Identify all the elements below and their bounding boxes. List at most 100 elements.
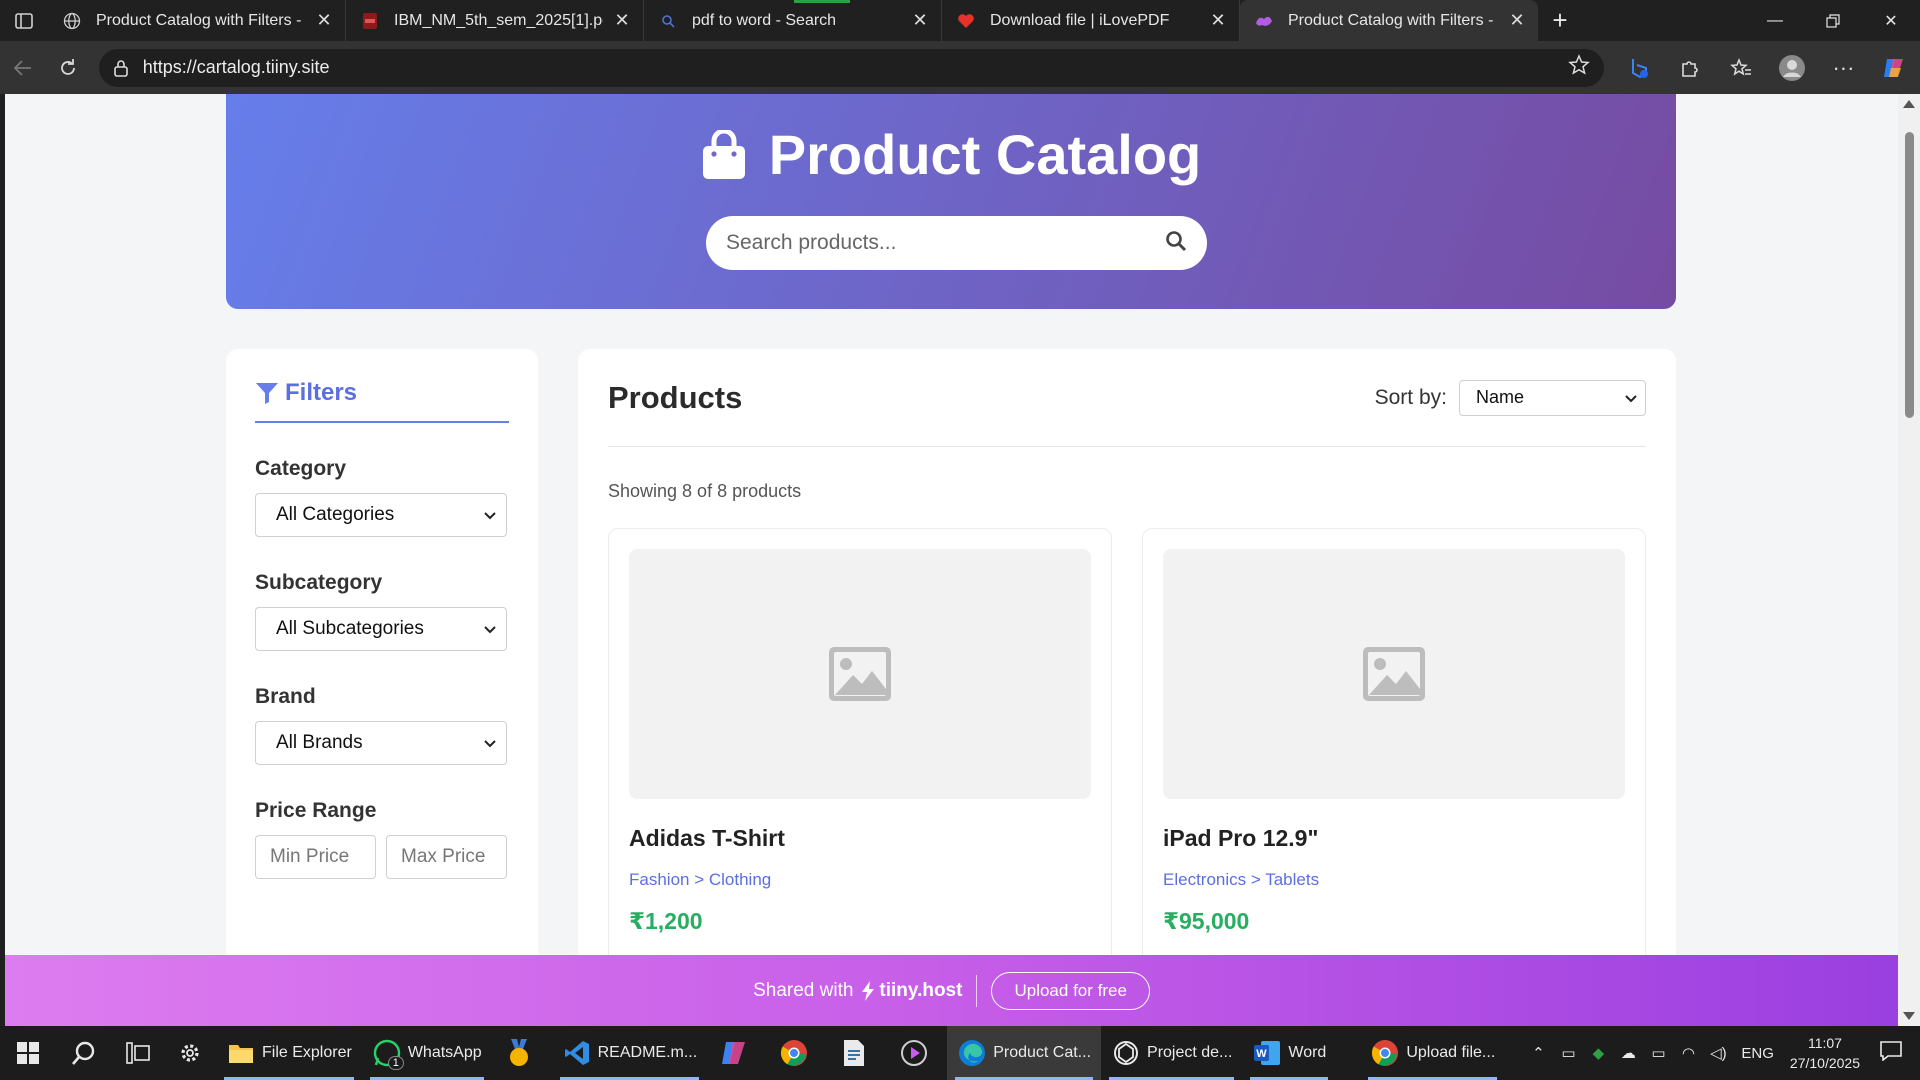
product-card[interactable]: Adidas T-Shirt Fashion > Clothing ₹1,200… (608, 528, 1112, 1008)
tab-actions-button[interactable] (0, 0, 48, 41)
plus-icon: + (1552, 5, 1568, 35)
gear-icon (181, 1044, 199, 1062)
taskbar-media-player[interactable] (887, 1026, 947, 1080)
clock-date: 27/10/2025 (1789, 1055, 1860, 1071)
brand-select[interactable]: All Brands (255, 721, 507, 765)
task-view-button[interactable] (112, 1026, 164, 1080)
taskbar-file-explorer[interactable]: File Explorer (216, 1026, 362, 1080)
settings-button[interactable] (164, 1026, 216, 1080)
globe-icon (62, 11, 82, 31)
clock[interactable]: 11:07 27/10/2025 (1790, 1033, 1860, 1073)
brand-label: Brand (255, 685, 316, 708)
copilot-icon[interactable] (1869, 48, 1920, 88)
more-menu-icon[interactable]: ··· (1818, 48, 1869, 88)
scrollbar-thumb[interactable] (1905, 132, 1914, 418)
scroll-down-arrow[interactable] (1903, 1012, 1915, 1020)
browser-tab-5-active[interactable]: Product Catalog with Filters - MVI ✕ (1240, 0, 1538, 41)
shield-icon[interactable]: ◆ (1583, 1044, 1613, 1062)
close-tab-icon[interactable]: ✕ (313, 10, 335, 31)
scroll-up-arrow[interactable] (1903, 100, 1915, 108)
medal-icon (504, 1038, 534, 1068)
sort-select[interactable]: Name (1459, 379, 1646, 416)
back-button[interactable] (0, 48, 45, 88)
taskbar-chatgpt[interactable]: Project de... (1101, 1026, 1242, 1080)
close-window-button[interactable]: ✕ (1862, 0, 1920, 41)
taskbar-copilot[interactable] (707, 1026, 767, 1080)
bing-extension-icon[interactable] (1614, 48, 1665, 88)
profile-avatar[interactable] (1767, 48, 1818, 88)
product-category: Fashion > Clothing (629, 870, 772, 889)
product-name[interactable]: Adidas T-Shirt (629, 825, 1091, 852)
category-select[interactable]: All Categories (255, 493, 507, 537)
openai-icon (1111, 1038, 1141, 1068)
window-controls: — ✕ (1746, 0, 1920, 41)
chevron-up-icon[interactable]: ⌃ (1523, 1044, 1553, 1062)
close-tab-icon[interactable]: ✕ (1207, 10, 1229, 31)
product-name[interactable]: iPad Pro 12.9" (1163, 825, 1625, 852)
onedrive-icon[interactable]: ☁ (1613, 1044, 1643, 1062)
product-image-placeholder (1163, 549, 1625, 799)
browser-tab-3[interactable]: pdf to word - Search ✕ (644, 0, 942, 41)
taskbar-chrome-upload[interactable]: Upload file... (1360, 1026, 1505, 1080)
browser-tab-2[interactable]: IBM_NM_5th_sem_2025[1].pdf ✕ (346, 0, 644, 41)
filters-heading: Filters (255, 379, 509, 423)
extensions-icon[interactable] (1665, 48, 1716, 88)
catalog-header: Product Catalog (226, 94, 1676, 309)
upload-for-free-button[interactable]: Upload for free (991, 971, 1150, 1010)
chrome-icon (1370, 1038, 1400, 1068)
lock-icon[interactable] (113, 59, 129, 77)
start-button[interactable] (0, 1026, 56, 1080)
taskbar-word[interactable]: W Word (1242, 1026, 1336, 1080)
search-icon[interactable] (1165, 230, 1187, 257)
chevron-down-icon (484, 504, 496, 526)
windows-logo-icon (17, 1042, 39, 1064)
page-title-text: Product Catalog (768, 123, 1202, 186)
min-price-input[interactable] (255, 835, 376, 879)
products-heading: Products (608, 379, 743, 415)
notifications-icon[interactable] (1880, 1041, 1902, 1065)
subcategory-select[interactable]: All Subcategories (255, 607, 507, 651)
new-tab-button[interactable]: + (1538, 0, 1582, 41)
shared-with-text: Shared with (753, 979, 854, 1001)
loading-indicator (794, 0, 850, 3)
product-price: ₹1,200 (629, 908, 703, 934)
address-bar[interactable]: https://cartalog.tiiny.site (98, 48, 1604, 87)
notification-badge: 1 (387, 1056, 404, 1070)
chevron-down-icon (484, 732, 496, 754)
tiiny-host-brand[interactable]: tiiny.host (861, 980, 962, 1002)
wifi-icon[interactable]: ◠ (1673, 1044, 1703, 1062)
page-scrollbar[interactable] (1898, 94, 1920, 1026)
product-card[interactable]: iPad Pro 12.9" Electronics > Tablets ₹95… (1142, 528, 1646, 1008)
taskbar-search-button[interactable] (56, 1026, 112, 1080)
search-input[interactable] (726, 231, 1165, 255)
taskbar-whatsapp[interactable]: 1 WhatsApp (362, 1026, 492, 1080)
close-tab-icon[interactable]: ✕ (1506, 10, 1528, 31)
restore-button[interactable] (1804, 0, 1862, 41)
browser-toolbar: https://cartalog.tiiny.site ··· (0, 41, 1920, 94)
browser-tab-1[interactable]: Product Catalog with Filters - MVI ✕ (48, 0, 346, 41)
refresh-button[interactable] (45, 48, 90, 88)
browser-tab-4[interactable]: Download file | iLovePDF ✕ (942, 0, 1240, 41)
category-value: All Categories (276, 504, 395, 525)
subcategory-label: Subcategory (255, 571, 383, 594)
image-placeholder-icon (829, 647, 891, 701)
favorite-star-icon[interactable] (1568, 54, 1590, 81)
tab-title: pdf to word - Search (692, 11, 837, 29)
volume-icon[interactable]: ◁) (1703, 1044, 1733, 1062)
filters-heading-text: Filters (285, 379, 358, 406)
taskbar-python-app[interactable] (827, 1026, 887, 1080)
subcategory-value: All Subcategories (276, 618, 424, 639)
close-tab-icon[interactable]: ✕ (611, 10, 633, 31)
taskbar-chrome[interactable] (767, 1026, 827, 1080)
language-indicator[interactable]: ENG (1741, 1045, 1774, 1062)
filter-funnel-icon (255, 382, 279, 404)
battery-icon[interactable]: ▭ (1643, 1044, 1673, 1062)
favorites-icon[interactable] (1716, 48, 1767, 88)
taskbar-vscode[interactable]: README.m... (552, 1026, 708, 1080)
max-price-input[interactable] (386, 835, 507, 879)
minimize-button[interactable]: — (1746, 0, 1804, 41)
close-tab-icon[interactable]: ✕ (909, 10, 931, 31)
taskbar-medal-app[interactable] (492, 1026, 552, 1080)
camera-icon[interactable]: ▭ (1553, 1044, 1583, 1062)
taskbar-edge-product-catalog[interactable]: Product Cat... (947, 1026, 1102, 1080)
